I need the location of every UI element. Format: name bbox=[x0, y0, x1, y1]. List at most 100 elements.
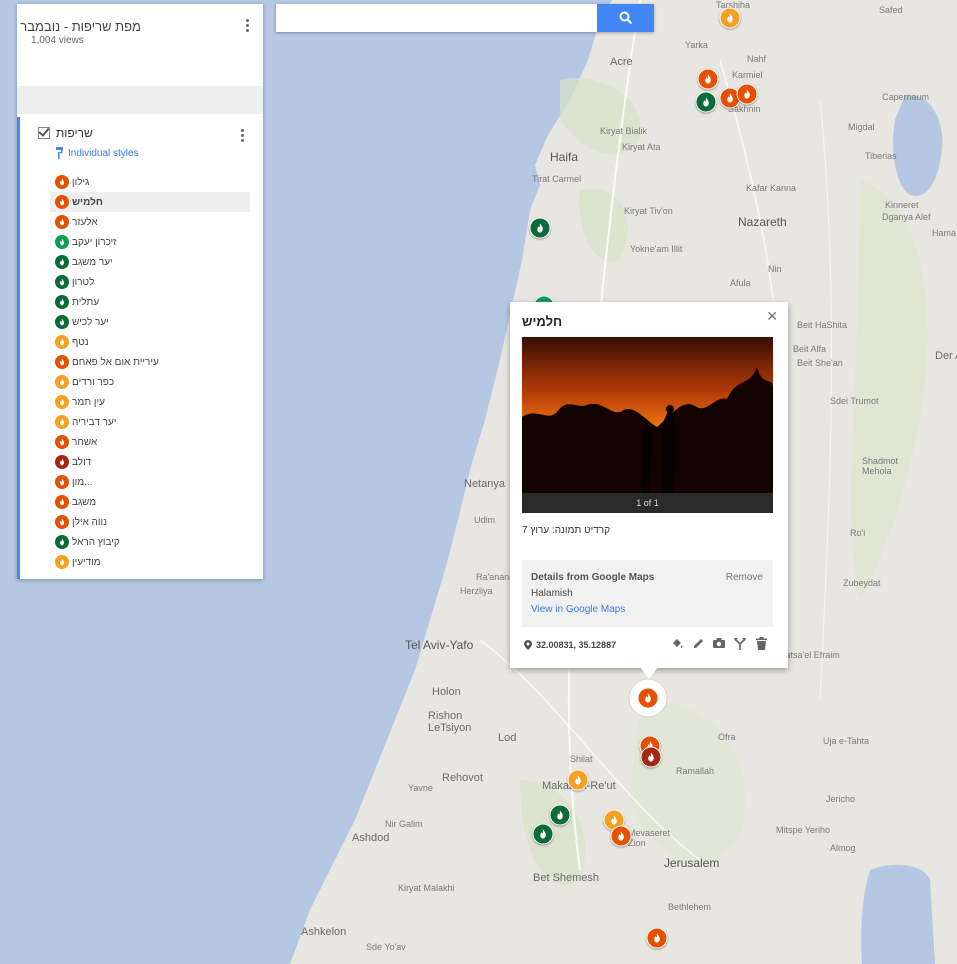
place-label: Ro'i bbox=[850, 528, 866, 538]
fire-icon bbox=[703, 97, 709, 107]
list-item[interactable]: זיכרון יעקב bbox=[50, 232, 250, 252]
popup-tail bbox=[640, 667, 658, 679]
fire-marker[interactable] bbox=[719, 7, 741, 29]
place-label: Safed bbox=[879, 5, 903, 15]
fire-marker[interactable] bbox=[610, 825, 632, 847]
fire-marker[interactable] bbox=[549, 804, 571, 826]
edit-pencil-icon[interactable] bbox=[691, 636, 705, 650]
fire-marker[interactable] bbox=[640, 746, 662, 768]
fire-marker[interactable] bbox=[697, 68, 719, 90]
list-item-label: חלמיש bbox=[72, 196, 103, 208]
fire-marker-selected[interactable] bbox=[637, 687, 659, 709]
list-item[interactable]: עין תמר bbox=[50, 392, 250, 412]
list-item[interactable]: לטרון bbox=[50, 272, 250, 292]
list-item[interactable]: עתלית bbox=[50, 292, 250, 312]
fire-icon bbox=[55, 495, 69, 509]
list-item-label: קיבוץ הראל bbox=[72, 536, 120, 548]
view-in-google-maps-link[interactable]: View in Google Maps bbox=[531, 604, 625, 615]
fire-icon bbox=[55, 355, 69, 369]
list-item[interactable]: יער דביריה bbox=[50, 412, 250, 432]
feature-list: גילון חלמיש אלעזר זיכרון יעקב יער משגב לטרון ע… bbox=[50, 172, 250, 572]
list-item[interactable]: חלמיש bbox=[50, 192, 250, 212]
fire-marker[interactable] bbox=[529, 217, 551, 239]
camera-icon[interactable] bbox=[712, 636, 726, 650]
list-item-label: לטרון bbox=[72, 276, 95, 288]
layer-checkbox[interactable] bbox=[38, 127, 50, 139]
list-item-label: עתלית bbox=[72, 296, 100, 308]
list-item[interactable]: יער לכיש bbox=[50, 312, 250, 332]
list-item[interactable]: אשחר bbox=[50, 432, 250, 452]
fire-icon bbox=[611, 815, 617, 825]
place-label: Kiryat Ata bbox=[622, 142, 661, 152]
popup-description: קרדיט תמונה: ערוץ 7 bbox=[522, 525, 610, 536]
place-label: Almog bbox=[830, 843, 856, 853]
place-label: Acre bbox=[610, 56, 633, 68]
place-label: Capernaum bbox=[882, 92, 930, 102]
directions-icon[interactable] bbox=[733, 636, 747, 650]
fire-icon bbox=[55, 215, 69, 229]
place-label: Beit She'an bbox=[797, 358, 843, 368]
place-label: Dganya Alef bbox=[882, 212, 931, 222]
layer-title[interactable]: שריפות bbox=[56, 126, 93, 140]
list-item[interactable]: מון... bbox=[50, 472, 250, 492]
list-item-label: דולב bbox=[72, 456, 92, 468]
place-label: Karmiel bbox=[732, 70, 763, 80]
place-label: Der A bbox=[935, 350, 957, 362]
list-item[interactable]: גילון bbox=[50, 172, 250, 192]
pin-icon bbox=[524, 640, 532, 650]
list-item[interactable]: נטף bbox=[50, 332, 250, 352]
fire-marker[interactable] bbox=[695, 91, 717, 113]
list-item[interactable]: עיריית אום אל פאחם bbox=[50, 352, 250, 372]
fire-icon bbox=[55, 395, 69, 409]
place-label: Kinneret bbox=[885, 200, 919, 210]
info-popup: חלמיש ✕ 1 of 1 קרדיט תמונה: ערוץ 7 Detai… bbox=[510, 302, 788, 668]
search-button[interactable] bbox=[597, 4, 654, 32]
delete-trash-icon[interactable] bbox=[754, 636, 768, 650]
fire-photo[interactable]: 1 of 1 bbox=[522, 337, 773, 513]
list-item[interactable]: כפר ורדים bbox=[50, 372, 250, 392]
search-input[interactable] bbox=[276, 4, 588, 32]
list-item[interactable]: משגב bbox=[50, 492, 250, 512]
fire-icon bbox=[55, 255, 69, 269]
close-icon[interactable]: ✕ bbox=[766, 308, 778, 325]
map-title[interactable]: מפת שריפות - נובמבר bbox=[20, 19, 141, 34]
layer-title-row: שריפות bbox=[38, 126, 93, 140]
fire-icon bbox=[540, 829, 546, 839]
list-item[interactable]: אלעזר bbox=[50, 212, 250, 232]
place-label: Tiberias bbox=[865, 151, 897, 161]
place-label: Yokne'am Illit bbox=[630, 244, 683, 254]
list-item[interactable]: יער משגב bbox=[50, 252, 250, 272]
panel-divider bbox=[17, 86, 263, 114]
fire-icon bbox=[55, 175, 69, 189]
layer-options-icon[interactable] bbox=[241, 129, 245, 144]
fire-icon bbox=[55, 415, 69, 429]
fire-icon bbox=[645, 693, 651, 703]
place-label: Nahf bbox=[747, 54, 767, 64]
fire-photo-image bbox=[522, 337, 773, 493]
place-label: Ofra bbox=[718, 732, 736, 742]
fire-icon bbox=[537, 223, 543, 233]
place-label: Nin bbox=[768, 264, 782, 274]
place-label: Bethlehem bbox=[668, 902, 712, 912]
map-options-icon[interactable] bbox=[246, 19, 250, 34]
place-label: Shadmot Mehola bbox=[862, 456, 899, 476]
list-item[interactable]: נווה אילן bbox=[50, 512, 250, 532]
panel-header: מפת שריפות - נובמבר 1,004 views bbox=[17, 4, 263, 86]
fire-marker[interactable] bbox=[646, 927, 668, 949]
remove-button[interactable]: Remove bbox=[726, 572, 763, 583]
place-label: Zubeydat bbox=[843, 578, 881, 588]
list-item[interactable]: קיבוץ הראל bbox=[50, 532, 250, 552]
individual-styles-link[interactable]: Individual styles bbox=[56, 147, 139, 159]
list-item[interactable]: דולב bbox=[50, 452, 250, 472]
fire-marker[interactable] bbox=[532, 823, 554, 845]
fire-marker[interactable] bbox=[736, 83, 758, 105]
place-label: Rehovot bbox=[442, 772, 483, 784]
list-item[interactable]: מודיעין bbox=[50, 552, 250, 572]
fire-icon bbox=[55, 375, 69, 389]
fire-marker[interactable] bbox=[567, 769, 589, 791]
place-label: Beit HaShita bbox=[797, 320, 848, 330]
style-paint-icon[interactable] bbox=[670, 636, 684, 650]
fire-icon bbox=[618, 831, 624, 841]
place-label: Sde Yo'av bbox=[366, 942, 406, 952]
fire-icon bbox=[55, 435, 69, 449]
